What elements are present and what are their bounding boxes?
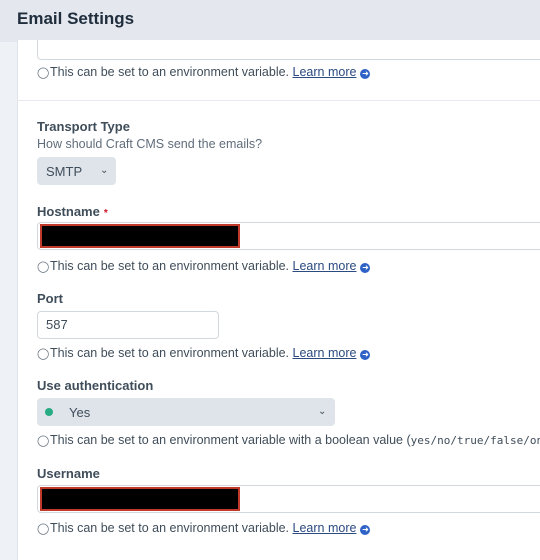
page-header: Email Settings [0, 0, 540, 42]
env-var-hint: ◯This can be set to an environment varia… [37, 346, 371, 360]
redacted-value [40, 224, 240, 248]
external-link-icon: ➜ [360, 350, 371, 360]
env-var-hint: ◯This can be set to an environment varia… [37, 521, 371, 535]
previous-field-input[interactable] [37, 40, 540, 60]
redacted-value [40, 487, 240, 511]
use-authentication-value: Yes [69, 405, 91, 420]
lightbulb-icon: ◯ [37, 67, 50, 79]
env-var-hint: ◯This can be set to an environment varia… [37, 65, 371, 79]
username-label: Username [37, 466, 100, 481]
transport-type-instructions: How should Craft CMS send the emails? [37, 137, 263, 151]
port-label: Port [37, 291, 63, 306]
status-dot [45, 408, 53, 416]
hostname-input[interactable] [37, 222, 540, 250]
username-input[interactable] [37, 485, 540, 513]
learn-more-link[interactable]: Learn more [293, 65, 357, 79]
transport-type-value: SMTP [46, 164, 83, 179]
page-title: Email Settings [17, 9, 135, 28]
transport-type-select[interactable]: SMTP ⌄ [37, 157, 116, 185]
external-link-icon: ➜ [360, 525, 371, 535]
learn-more-link[interactable]: Learn more [293, 259, 357, 273]
transport-type-label: Transport Type [37, 119, 130, 134]
learn-more-link[interactable]: Learn more [293, 346, 357, 360]
external-link-icon: ➜ [360, 263, 371, 273]
env-var-bool-hint: ◯This can be set to an environment varia… [37, 433, 540, 447]
chevron-down-icon: ⌄ [318, 406, 327, 417]
section-divider [17, 100, 540, 101]
learn-more-link[interactable]: Learn more [293, 521, 357, 535]
settings-panel [17, 40, 540, 560]
external-link-icon: ➜ [360, 69, 371, 79]
lightbulb-icon: ◯ [37, 435, 50, 447]
port-input[interactable]: 587 [37, 311, 219, 339]
hostname-label: Hostname * [37, 204, 108, 219]
lightbulb-icon: ◯ [37, 348, 50, 360]
use-authentication-label: Use authentication [37, 378, 154, 393]
required-indicator: * [103, 208, 108, 219]
lightbulb-icon: ◯ [37, 261, 50, 273]
use-authentication-select[interactable]: Yes ⌄ [37, 398, 335, 426]
lightbulb-icon: ◯ [37, 523, 50, 535]
env-var-hint: ◯This can be set to an environment varia… [37, 259, 371, 273]
chevron-down-icon: ⌄ [100, 165, 109, 176]
